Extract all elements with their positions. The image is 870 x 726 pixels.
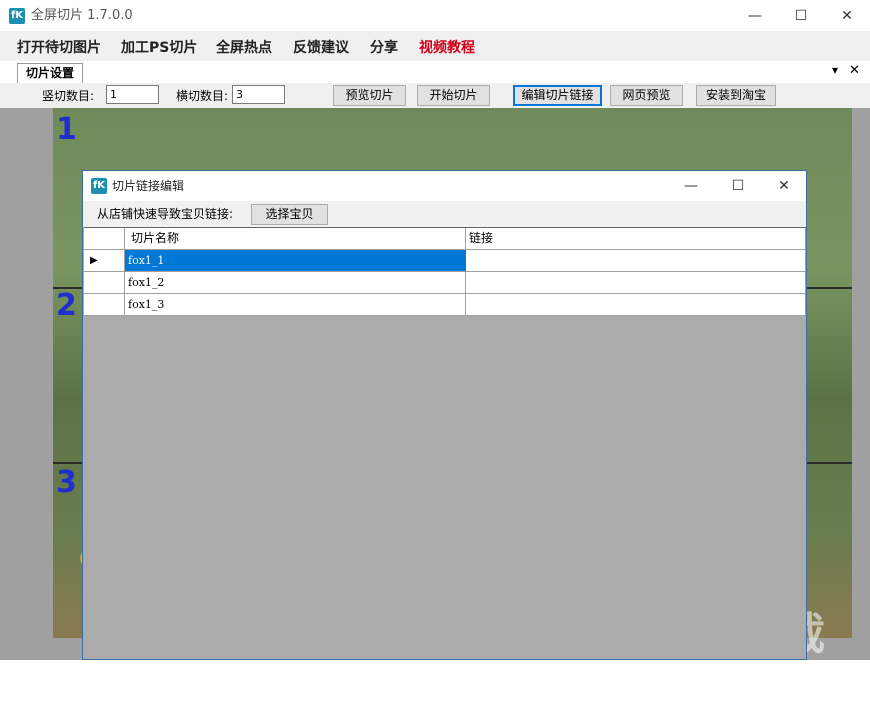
slice-toolbar: 竖切数目: 横切数目: 预览切片 开始切片 编辑切片链接 网页预览 安装到淘宝 <box>0 83 870 108</box>
dialog-maximize-button[interactable]: ☐ <box>715 171 761 201</box>
menu-share[interactable]: 分享 <box>370 37 398 57</box>
dialog-icon: fK <box>91 178 107 194</box>
dialog-minimize-button[interactable]: — <box>668 171 714 201</box>
vertical-count-input[interactable] <box>106 85 159 104</box>
menu-video-tutorial[interactable]: 视频教程 <box>419 37 475 57</box>
column-header-link[interactable]: 链接 <box>466 228 806 250</box>
column-header-slice-name[interactable]: 切片名称 <box>125 228 466 250</box>
dialog-import-bar: 从店铺快速导致宝贝链接: 选择宝贝 <box>83 201 806 227</box>
slice-link-table: 切片名称 链接 ▶ fox1_1 fox1_2 fox1_3 <box>84 227 806 316</box>
menu-bar: 打开待切图片 加工PS切片 全屏热点 反馈建议 分享 视频教程 <box>0 31 870 61</box>
dialog-close-button[interactable]: ✕ <box>761 171 807 201</box>
table-cell-slice-name[interactable]: fox1_1 <box>125 250 466 272</box>
dialog-titlebar: fK 切片链接编辑 — ☐ ✕ <box>83 171 806 201</box>
web-preview-button[interactable]: 网页预览 <box>610 85 683 106</box>
menu-open-image[interactable]: 打开待切图片 <box>17 37 101 57</box>
slice-number-label: 2 <box>56 288 77 323</box>
app-titlebar: fK 全屏切片 1.7.0.0 — ☐ ✕ <box>0 0 870 31</box>
tab-dropdown-icon[interactable]: ▾ <box>832 63 838 77</box>
app-title: 全屏切片 1.7.0.0 <box>31 8 133 23</box>
slice-number-label: 3 <box>56 465 77 500</box>
dialog-title: 切片链接编辑 <box>112 179 185 193</box>
maximize-button[interactable]: ☐ <box>778 0 824 31</box>
close-button[interactable]: ✕ <box>824 0 870 31</box>
slice-number-label: 1 <box>56 112 77 147</box>
table-cell-link[interactable] <box>466 294 806 316</box>
tab-close-icon[interactable]: ✕ <box>849 63 860 78</box>
table-cell-link[interactable] <box>466 272 806 294</box>
edit-slice-links-button[interactable]: 编辑切片链接 <box>513 85 602 106</box>
minimize-button[interactable]: — <box>732 0 778 31</box>
table-cell-slice-name[interactable]: fox1_3 <box>125 294 466 316</box>
table-cell-slice-name[interactable]: fox1_2 <box>125 272 466 294</box>
start-slice-button[interactable]: 开始切片 <box>417 85 490 106</box>
table-cell-link[interactable] <box>466 250 806 272</box>
horizontal-count-input[interactable] <box>232 85 285 104</box>
row-header[interactable] <box>84 272 125 294</box>
menu-ps-slice[interactable]: 加工PS切片 <box>121 37 197 57</box>
menu-feedback[interactable]: 反馈建议 <box>293 37 349 57</box>
row-header[interactable] <box>84 294 125 316</box>
install-to-taobao-button[interactable]: 安装到淘宝 <box>696 85 776 106</box>
slice-link-editor-dialog: fK 切片链接编辑 — ☐ ✕ 从店铺快速导致宝贝链接: 选择宝贝 切片名称 链… <box>82 170 807 660</box>
vertical-count-label: 竖切数目: <box>42 89 95 103</box>
app-icon: fK <box>9 8 25 24</box>
horizontal-count-label: 横切数目: <box>176 89 229 103</box>
row-header-corner <box>84 228 125 250</box>
import-links-label: 从店铺快速导致宝贝链接: <box>97 207 234 221</box>
row-indicator-icon[interactable]: ▶ <box>84 250 125 272</box>
menu-hotspot[interactable]: 全屏热点 <box>216 37 272 57</box>
tab-slice-settings[interactable]: 切片设置 <box>17 63 83 83</box>
tab-strip: 切片设置 ▾ ✕ <box>0 61 870 84</box>
preview-slice-button[interactable]: 预览切片 <box>333 85 406 106</box>
select-item-button[interactable]: 选择宝贝 <box>251 204 328 225</box>
